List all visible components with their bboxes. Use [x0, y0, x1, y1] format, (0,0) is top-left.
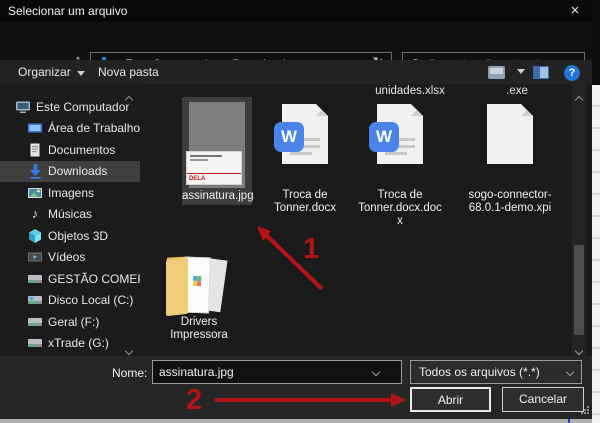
signature-card: DELA [186, 151, 242, 185]
filename-dropdown-chevron-icon[interactable] [372, 368, 380, 376]
file-open-dialog-screen: Selecionar um arquivo × ← → ↑ › Este Com… [0, 0, 600, 423]
filetype-combobox[interactable]: Todos os arquivos (*.*) [410, 360, 582, 384]
installer-glyph [193, 276, 201, 286]
computer-icon [15, 99, 31, 115]
word-badge-icon: W [369, 122, 399, 152]
sidebar-item-3d-objects[interactable]: Objetos 3D [0, 225, 140, 247]
video-icon [27, 249, 43, 265]
file-label-partial[interactable]: .exe [472, 85, 562, 97]
close-icon[interactable]: × [562, 0, 588, 22]
navigation-bar: ← → ↑ › Este Computador › Downloads ↻ [0, 22, 592, 60]
sidebar-item-gestao-drive[interactable]: GESTÃO COMER [0, 268, 140, 290]
command-toolbar: Organizar Nova pasta ? [0, 60, 592, 84]
file-item-assinatura-jpg[interactable]: DELA assinatura.jpg [182, 97, 252, 205]
network-drive-icon [27, 335, 43, 351]
footer-bar: Nome: Todos os arquivos (*.*) Abrir Canc… [0, 356, 592, 419]
background-page-right [592, 85, 600, 423]
file-list: unidades.xlsx .exe DELA assinatura.jpg [145, 84, 570, 356]
cancel-button[interactable]: Cancelar [502, 387, 584, 412]
filename-input[interactable] [153, 365, 373, 379]
filename-label: Nome: [112, 366, 147, 380]
file-label: assinatura.jpg [182, 190, 252, 203]
thumbnail-view-icon[interactable] [488, 66, 505, 79]
pictures-icon [27, 185, 43, 201]
thumbnail-logo-text: DELA [189, 176, 205, 182]
new-folder-button[interactable]: Nova pasta [98, 65, 159, 79]
view-dropdown-icon[interactable] [517, 69, 525, 74]
folder-icon [168, 255, 230, 315]
sidebar-item-videos[interactable]: Vídeos [0, 247, 140, 269]
document-icon [27, 142, 43, 158]
title-bar: Selecionar um arquivo × [0, 0, 592, 22]
network-drive-icon [27, 271, 43, 287]
sidebar-item-xtrade-g[interactable]: xTrade (G:) [0, 333, 140, 355]
file-open-dialog: Selecionar um arquivo × ← → ↑ › Este Com… [0, 0, 592, 419]
background-page-bottom [0, 419, 592, 423]
resize-grip[interactable] [581, 406, 589, 414]
cube-icon [27, 228, 43, 244]
background-page-top [592, 0, 600, 85]
sidebar-item-desktop[interactable]: Área de Trabalho [0, 118, 140, 140]
word-badge-icon: W [274, 122, 304, 152]
organize-dropdown-icon [77, 71, 85, 76]
help-icon[interactable]: ? [564, 65, 580, 81]
scrollbar-thumb[interactable] [574, 245, 584, 335]
dialog-title: Selecionar um arquivo [8, 4, 127, 18]
filetype-dropdown-chevron-icon[interactable] [566, 368, 574, 376]
sidebar-item-music[interactable]: ♪ Músicas [0, 204, 140, 226]
filename-combobox[interactable] [152, 360, 402, 384]
network-drive-icon [27, 314, 43, 330]
dialog-body: Este Computador Área de Trabalho Documen… [0, 84, 592, 356]
generic-file-icon [487, 104, 533, 164]
desktop-icon [27, 120, 43, 136]
filetype-value: Todos os arquivos (*.*) [411, 365, 567, 379]
sidebar-item-local-disk-c[interactable]: Disco Local (C:) [0, 290, 140, 312]
scroll-up-icon[interactable] [576, 90, 582, 108]
details-view-icon[interactable] [533, 66, 549, 79]
sidebar-item-documents[interactable]: Documentos [0, 139, 140, 161]
open-button[interactable]: Abrir [410, 387, 491, 412]
background-cursor-mark [568, 419, 570, 423]
organize-button[interactable]: Organizar [18, 65, 85, 79]
file-label-partial[interactable]: unidades.xlsx [365, 85, 455, 97]
sidebar-item-geral-f[interactable]: Geral (F:) [0, 311, 140, 333]
downloads-icon [27, 163, 43, 179]
sidebar-item-pictures[interactable]: Imagens [0, 182, 140, 204]
sidebar-item-downloads[interactable]: Downloads [0, 161, 140, 183]
local-disk-icon [27, 292, 43, 308]
file-list-scrollbar[interactable] [572, 84, 586, 356]
navigation-sidebar: Este Computador Área de Trabalho Documen… [0, 84, 145, 356]
image-thumbnail: DELA [189, 102, 245, 188]
music-icon: ♪ [27, 206, 43, 222]
sidebar-item-this-pc[interactable]: Este Computador [0, 96, 140, 118]
